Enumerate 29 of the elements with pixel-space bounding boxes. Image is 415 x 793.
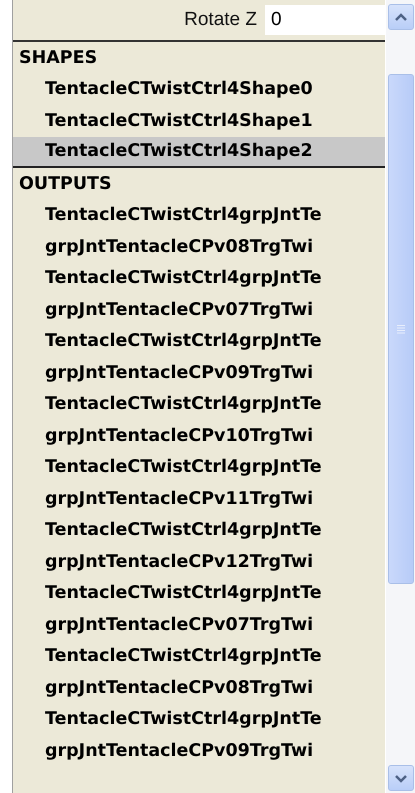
channel-value-field[interactable]: 0 (265, 5, 385, 35)
list-item[interactable]: TentacleCTwistCtrl4Shape2 (13, 136, 385, 168)
list-item[interactable]: TentacleCTwistCtrl4grpJntTe (13, 394, 322, 414)
scroll-thumb[interactable] (388, 74, 414, 584)
list-item[interactable]: TentacleCTwistCtrl4Shape0 (13, 79, 313, 100)
list-item[interactable]: TentacleCTwistCtrl4grpJntTe (13, 583, 322, 604)
list-item[interactable]: grpJntTentacleCPv08TrgTwi (13, 678, 314, 698)
list-item[interactable]: grpJntTentacleCPv09TrgTwi (13, 740, 314, 761)
list-item[interactable]: TentacleCTwistCtrl4grpJntTe (13, 268, 322, 288)
scroll-up-button[interactable] (388, 4, 414, 30)
channel-label: Rotate Z (184, 9, 257, 31)
list-item[interactable]: TentacleCTwistCtrl4grpJntTe (13, 457, 322, 478)
list-item[interactable]: TentacleCTwistCtrl4grpJntTe (13, 331, 322, 352)
list-item[interactable]: grpJntTentacleCPv10TrgTwi (13, 426, 314, 446)
section-heading: OUTPUTS (19, 174, 112, 194)
list-item[interactable]: grpJntTentacleCPv12TrgTwi (13, 552, 314, 572)
list-item[interactable]: TentacleCTwistCtrl4grpJntTe (13, 709, 322, 730)
list-item[interactable]: TentacleCTwistCtrl4grpJntTe (13, 520, 322, 540)
list-item[interactable]: TentacleCTwistCtrl4grpJntTe (13, 205, 322, 226)
grip-icon (396, 324, 406, 334)
list-item[interactable]: TentacleCTwistCtrl4Shape1 (13, 110, 313, 131)
list-item[interactable]: grpJntTentacleCPv07TrgTwi (13, 300, 314, 320)
list-item[interactable]: TentacleCTwistCtrl4grpJntTe (13, 646, 322, 666)
section-heading: SHAPES (19, 48, 98, 68)
list-item[interactable]: grpJntTentacleCPv08TrgTwi (13, 236, 314, 257)
list-item[interactable]: grpJntTentacleCPv09TrgTwi (13, 362, 314, 383)
list-item[interactable]: grpJntTentacleCPv11TrgTwi (13, 488, 314, 509)
scroll-down-button[interactable] (388, 765, 414, 791)
list-item[interactable]: grpJntTentacleCPv07TrgTwi (13, 614, 314, 635)
